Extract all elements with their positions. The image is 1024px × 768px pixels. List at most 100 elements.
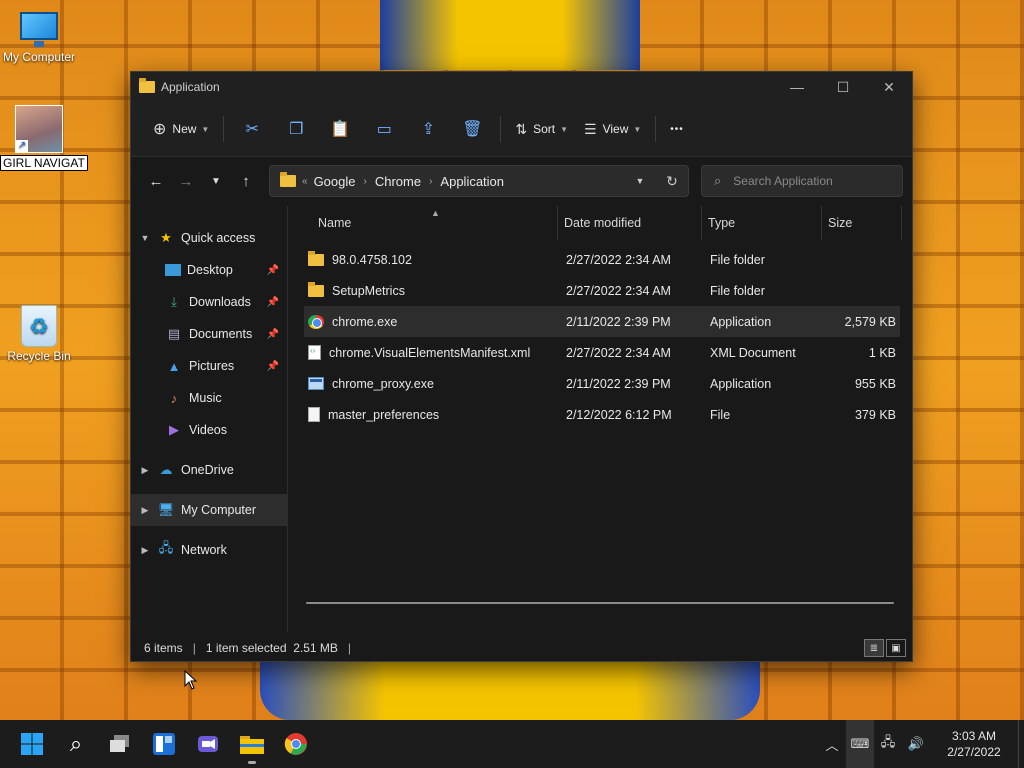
sort-button[interactable]: ⇅ Sort ▼: [507, 111, 576, 147]
column-header-date[interactable]: Date modified: [558, 206, 702, 240]
desktop-icon-recycle-bin[interactable]: Recycle Bin: [0, 305, 78, 363]
chevron-right-icon[interactable]: ▶: [133, 505, 157, 516]
column-header-type[interactable]: Type: [702, 206, 822, 240]
copy-icon[interactable]: ❐: [278, 111, 314, 147]
sidebar-item-quick-access[interactable]: ▼ ★ Quick access: [131, 222, 287, 254]
sidebar-item-music[interactable]: ♪ Music: [131, 382, 287, 414]
chevron-down-icon[interactable]: ▼: [133, 233, 157, 243]
details-view-icon[interactable]: ≣: [864, 639, 884, 657]
view-button[interactable]: ☰ View ▼: [576, 111, 649, 147]
sidebar-item-my-computer[interactable]: ▶ 🖥 My Computer: [131, 494, 287, 526]
rename-icon[interactable]: ▭: [366, 111, 402, 147]
system-tray: ︿ ⌨ 🖧 🔊 3:03 AM 2/27/2022: [818, 720, 1024, 768]
share-icon[interactable]: ⇪: [410, 111, 446, 147]
sidebar-item-desktop[interactable]: Desktop 📌: [131, 254, 287, 286]
navigation-pane: ▼ ★ Quick access Desktop 📌 ⤓ Downloads 📌…: [131, 206, 288, 632]
sort-button-label: Sort: [533, 122, 556, 136]
search-input[interactable]: Search Application: [733, 174, 832, 188]
sort-arrows-icon: ⇅: [515, 120, 528, 137]
recent-locations-chevron-icon[interactable]: ▼: [201, 166, 231, 196]
window-title: Application: [161, 80, 220, 94]
chevron-up-icon[interactable]: ︿: [818, 735, 846, 754]
clock[interactable]: 3:03 AM 2/27/2022: [934, 728, 1014, 760]
sidebar-item-onedrive[interactable]: ▶ ☁ OneDrive: [131, 454, 287, 486]
show-desktop-button[interactable]: [1018, 720, 1024, 768]
address-bar[interactable]: « Google › Chrome › Application ▼ ↻: [269, 165, 689, 197]
breadcrumb-google[interactable]: Google: [314, 174, 356, 189]
toolbar-divider: [655, 116, 657, 142]
file-date-cell: 2/11/2022 2:39 PM: [566, 314, 671, 329]
refresh-icon[interactable]: ↻: [656, 173, 688, 190]
file-row[interactable]: chrome_proxy.exe 2/11/2022 2:39 PM Applica…: [304, 368, 900, 399]
chrome-icon[interactable]: [274, 722, 318, 766]
network-icon: 🖧: [158, 540, 174, 555]
keyboard-icon[interactable]: ⌨: [846, 720, 874, 768]
close-button[interactable]: ✕: [866, 72, 912, 102]
sidebar-item-downloads[interactable]: ⤓ Downloads 📌: [131, 286, 287, 318]
file-row[interactable]: master_preferences 2/12/2022 6:12 PM File 3…: [304, 399, 900, 430]
widgets-icon[interactable]: [142, 722, 186, 766]
volume-icon[interactable]: 🔊: [902, 736, 930, 752]
large-icons-view-icon[interactable]: ▣: [886, 639, 906, 657]
task-view-icon[interactable]: [98, 722, 142, 766]
back-arrow-icon[interactable]: ←: [141, 166, 171, 196]
chevron-right-icon[interactable]: ▶: [133, 545, 157, 556]
desktop-icon-my-computer[interactable]: My Computer: [0, 10, 78, 64]
more-options-button[interactable]: •••: [662, 111, 692, 147]
new-button[interactable]: ⊕ New ▼: [145, 111, 217, 147]
delete-icon[interactable]: 🗑: [454, 111, 490, 147]
file-name: chrome.VisualElementsManifest.xml: [329, 345, 531, 360]
windows-logo-icon: [21, 733, 43, 755]
file-row[interactable]: chrome.exe 2/11/2022 2:39 PM Application 2,…: [304, 306, 900, 337]
file-list: ▲ Name Date modified Type Size 98.0.4758…: [288, 206, 912, 632]
file-date-cell: 2/27/2022 2:34 AM: [566, 283, 671, 298]
teams-chat-icon[interactable]: [186, 722, 230, 766]
search-box[interactable]: ⌕ Search Application: [701, 165, 903, 197]
maximize-button[interactable]: ☐: [820, 72, 866, 102]
title-bar[interactable]: Application — ☐ ✕: [131, 72, 912, 102]
file-row[interactable]: chrome.VisualElementsManifest.xml 2/27/20…: [304, 337, 900, 368]
computer-icon: 🖥: [157, 502, 175, 517]
file-name-cell: chrome.VisualElementsManifest.xml: [304, 345, 560, 360]
chevron-down-icon: ▼: [633, 124, 642, 134]
file-name: 98.0.4758.102: [332, 252, 412, 267]
horizontal-scrollbar[interactable]: [306, 602, 894, 604]
pin-icon: 📌: [266, 360, 279, 372]
breadcrumb-application[interactable]: Application: [440, 174, 504, 189]
file-explorer-icon[interactable]: [230, 722, 274, 766]
wallpaper-decoration: [260, 662, 760, 720]
breadcrumb-chrome[interactable]: Chrome: [375, 174, 421, 189]
file-name-cell: master_preferences: [304, 407, 560, 422]
desktop-icon-girl-navigator[interactable]: ↗ GIRL NAVIGAT: [0, 105, 88, 171]
file-type-cell: Application: [710, 314, 772, 329]
breadcrumb-overflow[interactable]: «: [302, 176, 308, 187]
sidebar-item-pictures[interactable]: ▲ Pictures 📌: [131, 350, 287, 382]
cut-icon[interactable]: ✂: [234, 111, 270, 147]
network-status-icon[interactable]: 🖧: [874, 733, 902, 755]
up-arrow-icon[interactable]: ↑: [231, 166, 261, 196]
file-row[interactable]: SetupMetrics 2/27/2022 2:34 AM File folder: [304, 275, 900, 306]
sidebar-item-videos[interactable]: ▶ Videos: [131, 414, 287, 446]
minimize-button[interactable]: —: [774, 72, 820, 102]
wallpaper-decoration: [380, 0, 640, 70]
start-button[interactable]: [10, 722, 54, 766]
file-row[interactable]: 98.0.4758.102 2/27/2022 2:34 AM File folde…: [304, 244, 900, 275]
sidebar-item-network[interactable]: ▶ 🖧 Network: [131, 534, 287, 566]
file-name: chrome.exe: [332, 314, 398, 329]
pin-icon: 📌: [266, 328, 279, 340]
desktop-icon: [165, 264, 181, 276]
search-icon: ⌕: [714, 173, 722, 188]
address-dropdown-icon[interactable]: ▼: [624, 176, 656, 186]
column-header-name[interactable]: Name: [288, 206, 558, 240]
sidebar-item-documents[interactable]: ▤ Documents 📌: [131, 318, 287, 350]
column-header-size[interactable]: Size: [822, 206, 902, 240]
rename-input[interactable]: GIRL NAVIGAT: [0, 155, 88, 171]
search-icon[interactable]: ⌕: [54, 722, 98, 766]
status-bar: 6 items | 1 item selected 2.51 MB | ≣ ▣: [131, 635, 912, 661]
file-name-cell: SetupMetrics: [304, 281, 560, 298]
chevron-right-icon: ›: [429, 175, 433, 187]
paste-icon[interactable]: 📋: [322, 111, 358, 147]
forward-arrow-icon[interactable]: →: [171, 166, 201, 196]
chevron-right-icon[interactable]: ▶: [133, 465, 157, 476]
sidebar-item-label: Network: [181, 543, 227, 557]
